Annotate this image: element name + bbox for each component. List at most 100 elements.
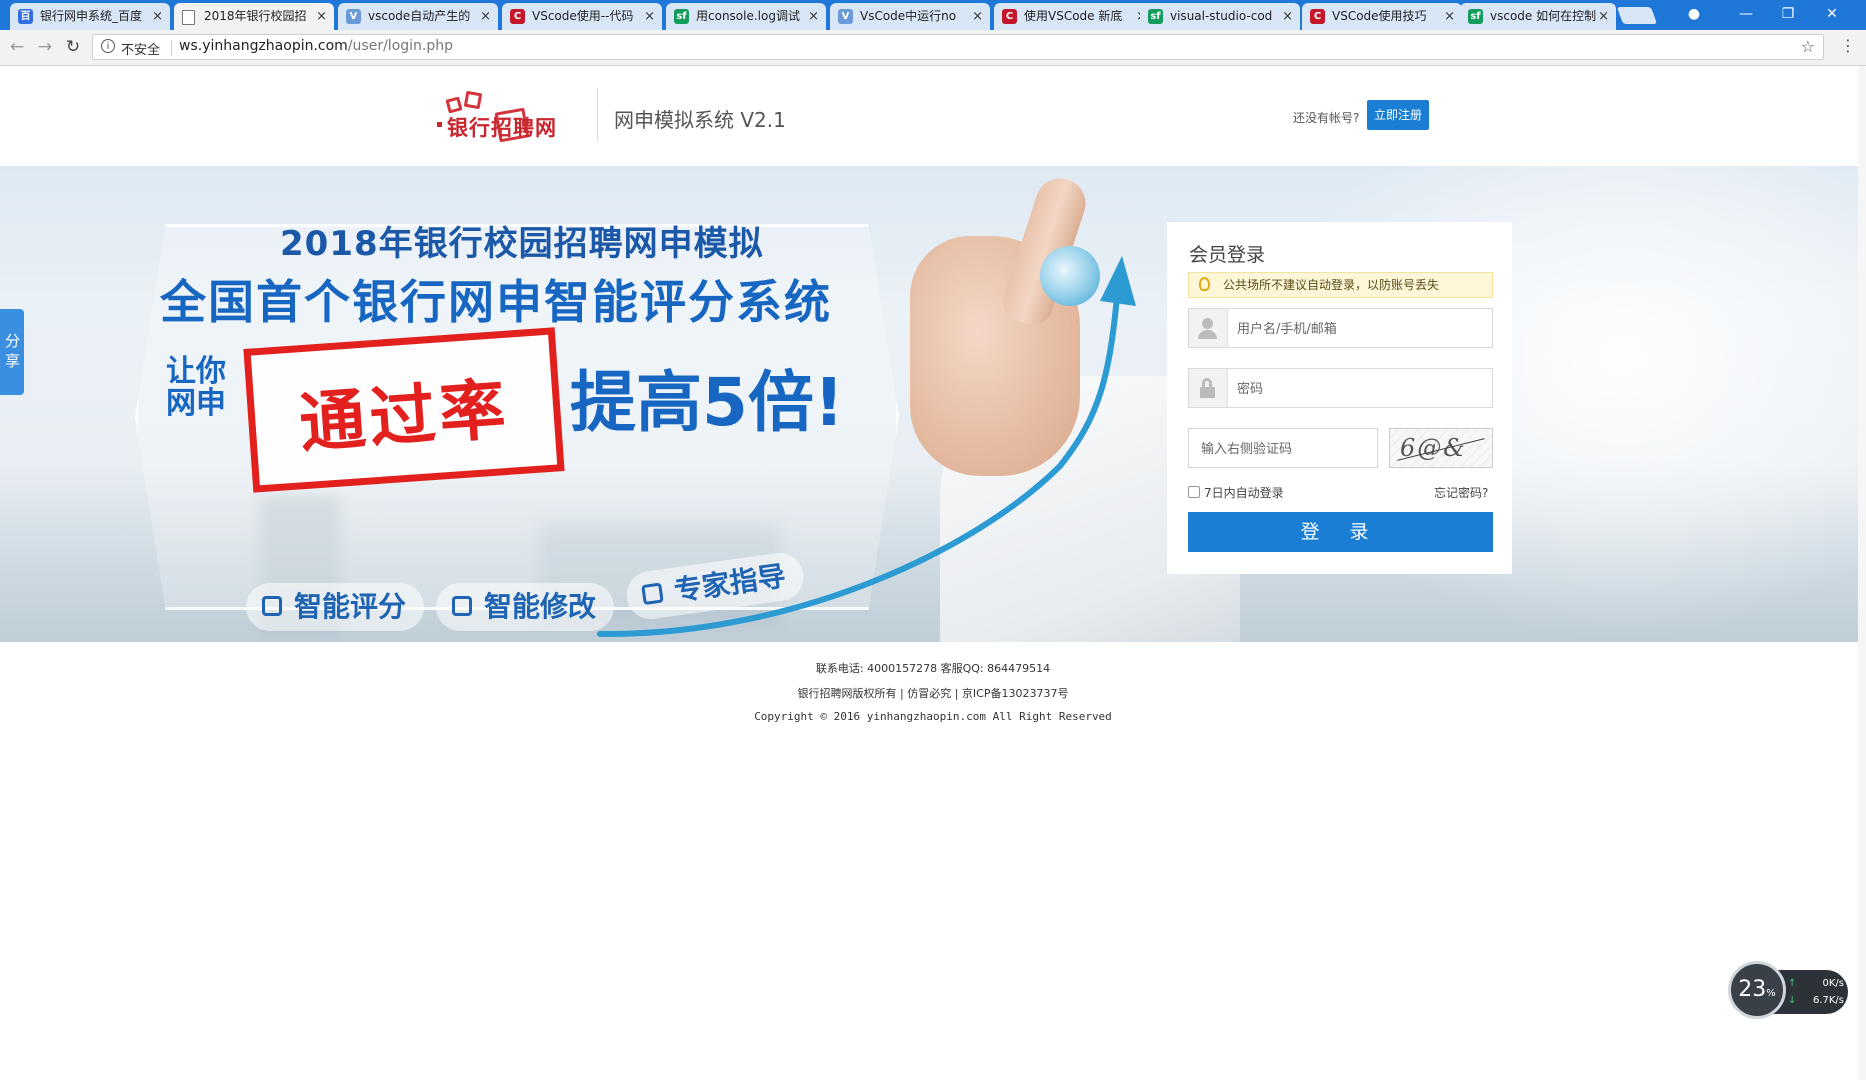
network-speed-widget[interactable]: 23% 0K/s 6.7K/s <box>1728 961 1848 1021</box>
hero-banner: 2018年银行校园招聘网申模拟 全国首个银行网申智能评分系统 让你网申 通过率 … <box>0 166 1858 642</box>
close-window-icon[interactable]: ✕ <box>1812 0 1852 30</box>
header-divider <box>597 88 598 142</box>
browser-tab[interactable]: C VSCode使用技巧 × <box>1302 3 1462 30</box>
info-icon[interactable]: i <box>101 39 115 53</box>
notice-text: 公共场所不建议自动登录，以防账号丢失 <box>1223 278 1440 292</box>
pill-label: 智能修改 <box>484 590 597 623</box>
login-panel: 会员登录 公共场所不建议自动登录，以防账号丢失 6@& 7日内自动登录 忘记密码… <box>1167 222 1512 574</box>
forward-icon[interactable]: → <box>34 36 56 58</box>
banner-let-you: 让你网申 <box>166 354 226 421</box>
captcha-input[interactable] <box>1199 429 1373 469</box>
no-account-text: 还没有帐号? <box>1293 111 1360 125</box>
password-field[interactable] <box>1188 368 1493 409</box>
upload-speed: 0K/s <box>1788 978 1844 989</box>
feature-pill: 智能评分 <box>246 583 425 631</box>
restore-icon[interactable]: ❐ <box>1768 0 1808 30</box>
baidu-icon: 百 <box>18 9 33 24</box>
close-icon[interactable]: × <box>1282 3 1293 30</box>
login-button[interactable]: 登 录 <box>1188 512 1493 552</box>
browser-tab[interactable]: sf vscode 如何在控制 × <box>1460 3 1616 30</box>
auto-login-notice: 公共场所不建议自动登录，以防账号丢失 <box>1188 272 1493 298</box>
banner-headline-2: 全国首个银行网申智能评分系统 <box>160 275 832 329</box>
browser-tab[interactable]: C VScode使用--代码 × <box>502 3 662 30</box>
banner-boost: 提高5倍! <box>570 364 845 441</box>
remember-checkbox[interactable] <box>1188 486 1200 498</box>
url-input[interactable]: i 不安全 ws.yinhangzhaopin.com/user/login.p… <box>92 34 1824 60</box>
diamond-icon <box>641 582 664 606</box>
tab-title: visual-studio-cod <box>1170 9 1273 23</box>
login-title: 会员登录 <box>1189 244 1266 266</box>
download-speed: 6.7K/s <box>1788 995 1844 1006</box>
close-icon[interactable]: × <box>1598 3 1609 30</box>
remember-label: 7日内自动登录 <box>1204 486 1284 500</box>
page-footer: 联系电话: 4000157278 客服QQ: 864479514 银行招聘网版权… <box>0 660 1866 732</box>
minimize-icon[interactable]: — <box>1726 0 1766 30</box>
close-icon[interactable]: × <box>152 3 163 30</box>
share-label: 分享 <box>5 332 21 370</box>
address-bar: ← → ↻ i 不安全 ws.yinhangzhaopin.com/user/l… <box>0 30 1866 66</box>
close-icon[interactable]: × <box>1444 3 1455 30</box>
site-header: 银行招聘网 网申模拟系统 V2.1 还没有帐号? 立即注册 <box>0 66 1866 166</box>
lock-icon <box>1189 369 1228 407</box>
shield-icon <box>262 596 282 616</box>
captcha-image[interactable]: 6@& <box>1389 428 1493 468</box>
sf-icon: sf <box>674 9 689 24</box>
username-field[interactable] <box>1188 308 1493 349</box>
profile-icon[interactable]: ● <box>1674 0 1714 30</box>
banner-stamp: 通过率 <box>243 327 565 493</box>
footer-contact: 联系电话: 4000157278 客服QQ: 864479514 <box>815 662 1051 675</box>
csdn-icon: C <box>1002 9 1017 24</box>
browser-tab[interactable]: C 使用VSCode 新底 × <box>994 3 1154 30</box>
password-input[interactable] <box>1235 369 1489 409</box>
sf-icon: sf <box>1468 9 1483 24</box>
close-icon[interactable]: × <box>480 3 491 30</box>
captcha-field[interactable] <box>1188 428 1378 469</box>
feature-pill: 智能修改 <box>436 583 615 631</box>
csdn-icon: C <box>1310 9 1325 24</box>
scrollbar[interactable] <box>1858 66 1866 1080</box>
browser-tab-active[interactable]: 2018年银行校园招 × <box>174 3 334 30</box>
close-icon[interactable]: × <box>316 3 327 30</box>
share-side-tab[interactable]: 分享 <box>0 309 24 395</box>
logo-dot <box>437 122 442 127</box>
browser-tab[interactable]: sf visual-studio-cod × <box>1140 3 1300 30</box>
register-button[interactable]: 立即注册 <box>1367 100 1429 130</box>
tab-title: VSCode使用技巧 <box>1332 9 1427 23</box>
logo-text: 银行招聘网 <box>447 116 557 140</box>
username-input[interactable] <box>1235 309 1489 349</box>
user-icon <box>1189 309 1228 347</box>
forgot-password-link[interactable]: 忘记密码? <box>1434 484 1488 501</box>
url-path: /user/login.php <box>347 38 453 54</box>
divider <box>171 40 172 56</box>
stamp-text: 通过率 <box>297 370 512 463</box>
menu-icon[interactable]: ⋮ <box>1840 36 1856 55</box>
close-icon[interactable]: × <box>808 3 819 30</box>
captcha-text: 6@& <box>1400 434 1467 462</box>
close-icon[interactable]: × <box>644 3 655 30</box>
browser-tab[interactable]: V vscode自动产生的 × <box>338 3 498 30</box>
site-logo[interactable]: 银行招聘网 <box>437 90 587 152</box>
banner-headline-1: 2018年银行校园招聘网申模拟 <box>280 224 764 264</box>
security-label: 不安全 <box>121 43 161 58</box>
tab-title: 用console.log调试 <box>696 9 800 23</box>
logo-square <box>445 96 463 114</box>
bookmark-star-icon[interactable]: ☆ <box>1801 37 1815 56</box>
browser-tab[interactable]: V VsCode中运行no × <box>830 3 990 30</box>
footer-copyright: Copyright © 2016 yinhangzhaopin.com All … <box>754 710 1112 723</box>
cpu-value: 23 <box>1738 977 1767 1002</box>
browser-tab[interactable]: sf 用console.log调试 × <box>666 3 826 30</box>
browser-tab[interactable]: 百 银行网申系统_百度 × <box>10 3 170 30</box>
remember-me[interactable]: 7日内自动登录 <box>1188 484 1284 501</box>
tab-title: VScode使用--代码 <box>532 9 634 23</box>
vs-icon: V <box>346 9 361 24</box>
logo-square <box>463 90 483 110</box>
reload-icon[interactable]: ↻ <box>62 36 84 58</box>
pill-label: 专家指导 <box>672 559 788 608</box>
back-icon[interactable]: ← <box>6 36 28 58</box>
tab-title: vscode 如何在控制 <box>1490 9 1597 23</box>
browser-tab-bar: 百 银行网申系统_百度 × 2018年银行校园招 × V vscode自动产生的… <box>0 0 1866 30</box>
tab-title: vscode自动产生的 <box>368 9 471 23</box>
close-icon[interactable]: × <box>972 3 983 30</box>
tab-title: 使用VSCode 新底 <box>1024 9 1123 23</box>
new-tab-button[interactable] <box>1616 7 1658 24</box>
